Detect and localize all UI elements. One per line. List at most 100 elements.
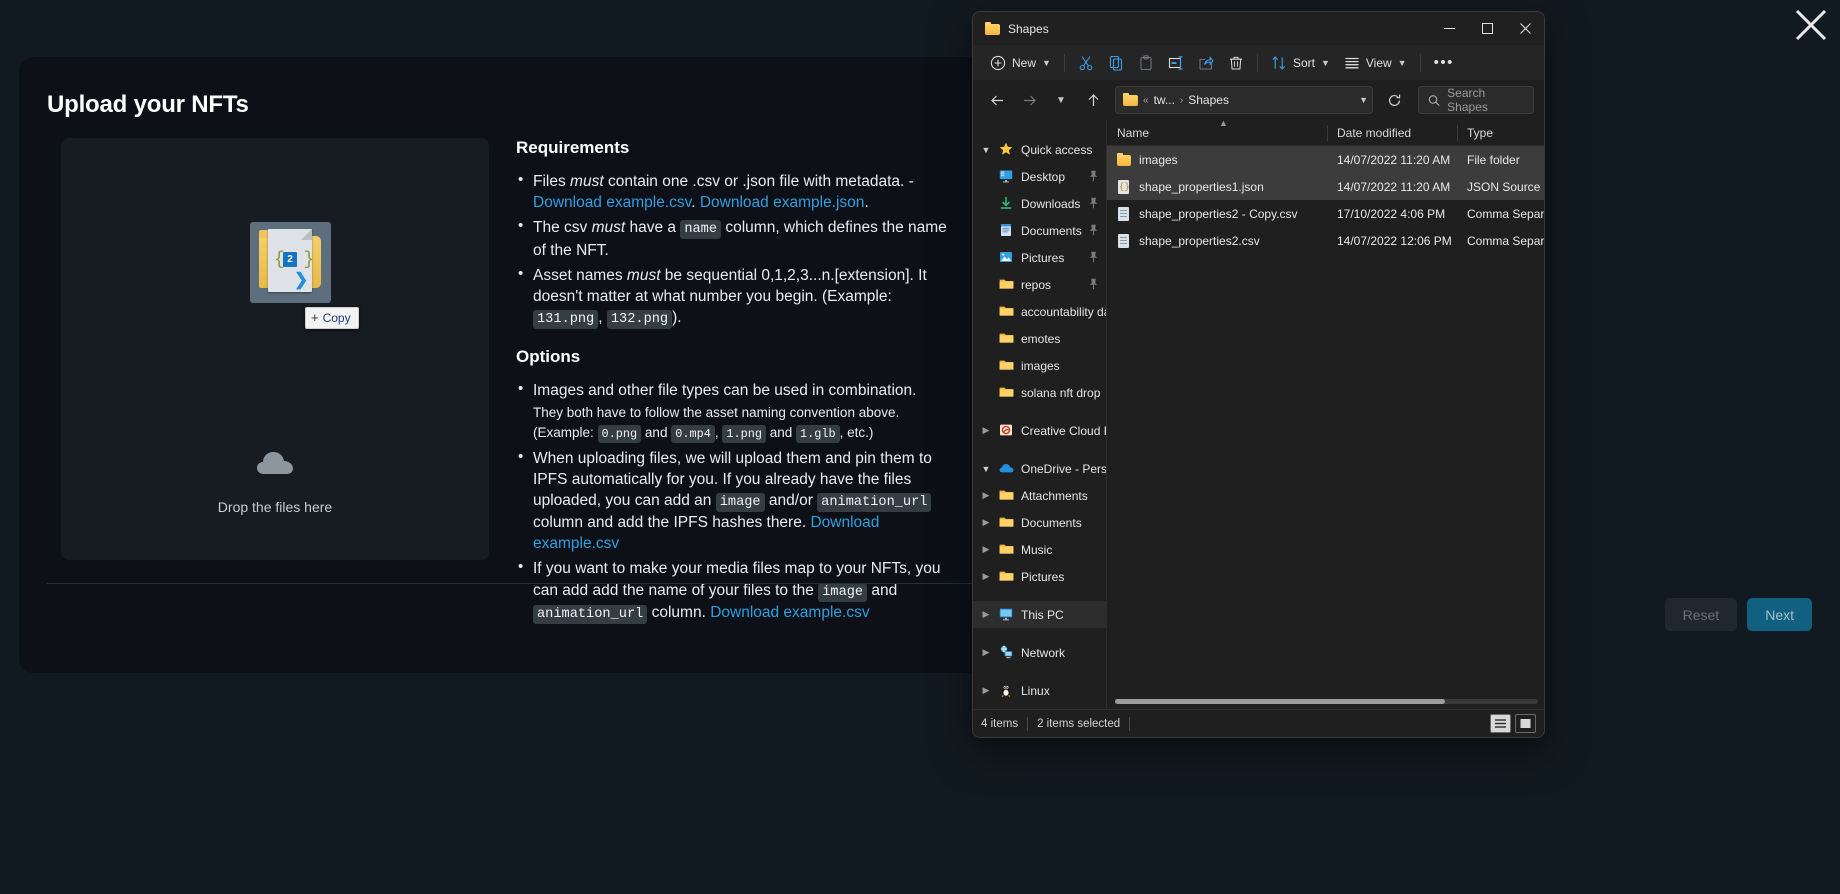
maximize-button[interactable]	[1468, 12, 1506, 45]
chevron-down-icon: ▼	[1320, 57, 1330, 68]
sidebar-item-quick-access[interactable]: ▼ Quick access	[973, 136, 1106, 163]
pin-icon[interactable]	[1088, 170, 1099, 182]
details-view-button[interactable]	[1490, 714, 1511, 733]
pin-icon[interactable]	[1088, 251, 1099, 263]
cell-date-modified: 14/07/2022 12:06 PM	[1337, 233, 1452, 248]
sidebar-item-downloads[interactable]: Downloads	[973, 190, 1106, 217]
copy-button[interactable]	[1101, 49, 1131, 76]
chevron-right-icon[interactable]: ▶	[979, 571, 993, 582]
sidebar-item-attachments[interactable]: ▶ Attachments	[973, 482, 1106, 509]
delete-button[interactable]	[1221, 49, 1251, 76]
search-icon	[1428, 94, 1440, 106]
sort-button[interactable]: Sort ▼	[1264, 49, 1337, 76]
chevron-down-icon[interactable]: ▼	[979, 464, 993, 474]
sidebar-item-desktop[interactable]: Desktop	[973, 163, 1106, 190]
upload-cloud-icon	[256, 452, 293, 474]
sidebar-item-linux[interactable]: ▶ Linux	[973, 677, 1106, 704]
rename-button[interactable]	[1161, 49, 1191, 76]
sidebar-item-images[interactable]: images	[973, 352, 1106, 379]
paste-icon	[1140, 54, 1152, 70]
pin-icon[interactable]	[1088, 197, 1099, 209]
chevron-right-icon[interactable]: ▶	[979, 544, 993, 555]
breadcrumb-separator-icon: ›	[1179, 94, 1184, 106]
navigation-pane: ▼ Quick access Desktop Downloads Documents Pi…	[973, 120, 1107, 709]
sidebar-item-creative-cloud-files[interactable]: ▶ Creative Cloud Files	[973, 417, 1106, 444]
download-link[interactable]: Download example.json	[700, 194, 865, 211]
table-row[interactable]: shape_properties2 - Copy.csv 17/10/2022 4…	[1107, 200, 1544, 227]
chevron-right-icon[interactable]: ▶	[979, 647, 993, 658]
pin-icon[interactable]	[1088, 224, 1099, 236]
close-button[interactable]	[1506, 12, 1544, 45]
download-link[interactable]: Download example.csv	[533, 194, 691, 211]
large-icons-view-button[interactable]	[1515, 714, 1536, 733]
sidebar-item-label: Pictures	[1021, 250, 1065, 265]
download-link[interactable]: Download example.csv	[710, 604, 869, 621]
table-row[interactable]: shape_properties2.csv 14/07/2022 12:06 PM…	[1107, 227, 1544, 254]
sidebar-item-repos[interactable]: repos	[973, 271, 1106, 298]
options-list: Images and other file types can be used …	[516, 379, 956, 625]
sidebar-item-label: images	[1021, 358, 1060, 373]
emphasis: must	[591, 219, 626, 237]
breadcrumb[interactable]: « tw... › Shapes ▼	[1115, 86, 1373, 114]
forward-button[interactable]	[1015, 86, 1043, 114]
up-button[interactable]	[1079, 86, 1107, 114]
search-input[interactable]: Search Shapes	[1418, 86, 1534, 114]
recent-locations-button[interactable]: ▼	[1047, 86, 1075, 114]
cut-button[interactable]	[1071, 49, 1101, 76]
chevron-right-icon[interactable]: ▶	[979, 490, 993, 501]
new-button[interactable]: New ▼	[983, 49, 1058, 76]
chevron-right-icon[interactable]: ▶	[979, 425, 993, 436]
folder-icon	[999, 358, 1015, 374]
next-button[interactable]: Next	[1747, 598, 1812, 631]
chevron-right-icon[interactable]: ▶	[979, 685, 993, 696]
list-item: Asset names must be sequential 0,1,2,3..…	[516, 264, 956, 330]
minimize-button[interactable]	[1430, 12, 1468, 45]
breadcrumb-overflow[interactable]: «	[1143, 95, 1149, 106]
sidebar-item-network[interactable]: ▶ Network	[973, 639, 1106, 666]
reset-button[interactable]: Reset	[1664, 598, 1738, 631]
sidebar-item-documents[interactable]: Documents	[973, 217, 1106, 244]
sidebar-item-pictures[interactable]: ▶ Pictures	[973, 563, 1106, 590]
paste-button[interactable]	[1131, 49, 1161, 76]
sidebar-item-label: Documents	[1021, 515, 1082, 530]
breadcrumb-root[interactable]: tw...	[1154, 93, 1175, 107]
sidebar-item-documents[interactable]: ▶ Documents	[973, 509, 1106, 536]
text: and	[867, 581, 898, 599]
sidebar-item-music[interactable]: ▶ Music	[973, 536, 1106, 563]
chevron-right-icon[interactable]: ▶	[979, 517, 993, 528]
creative-cloud-icon	[999, 423, 1015, 439]
requirements-column: Requirements Files must contain one .csv…	[516, 138, 956, 629]
sidebar-item-label: accountability dao	[1021, 304, 1106, 319]
sidebar-item-pictures[interactable]: Pictures	[973, 244, 1106, 271]
horizontal-scrollbar[interactable]	[1115, 699, 1538, 704]
share-button[interactable]	[1191, 49, 1221, 76]
sidebar-item-this-pc[interactable]: ▶ This PC	[973, 601, 1106, 628]
close-icon[interactable]	[1794, 8, 1828, 42]
column-headers: Name ▲ Date modified Type	[1107, 120, 1544, 146]
refresh-button[interactable]	[1380, 86, 1408, 114]
chevron-down-icon[interactable]: ▼	[1359, 95, 1368, 105]
sidebar-item-accountability-dao[interactable]: accountability dao	[973, 298, 1106, 325]
table-row[interactable]: shape_properties1.json 14/07/2022 11:20 A…	[1107, 173, 1544, 200]
screen: Upload your NFTs Drop the files here { }…	[0, 0, 1840, 894]
column-header-name[interactable]: Name ▲	[1107, 120, 1327, 146]
sidebar-item-solana-nft-drop[interactable]: solana nft drop	[973, 379, 1106, 406]
pin-icon[interactable]	[1088, 278, 1099, 290]
desktop-icon	[999, 169, 1015, 185]
chevron-right-icon[interactable]: ▶	[979, 609, 993, 620]
column-header-date[interactable]: Date modified	[1327, 120, 1457, 146]
sidebar-item-emotes[interactable]: emotes	[973, 325, 1106, 352]
breadcrumb-current[interactable]: Shapes	[1188, 93, 1229, 107]
table-row[interactable]: images 14/07/2022 11:20 AM File folder	[1107, 146, 1544, 173]
more-options-button[interactable]: •••	[1427, 49, 1461, 76]
chevron-down-icon[interactable]: ▼	[979, 145, 993, 155]
dropzone-inner: Drop the files here	[61, 138, 489, 560]
view-button[interactable]: View ▼	[1337, 49, 1414, 76]
file-dropzone[interactable]: Drop the files here	[61, 138, 489, 560]
back-button[interactable]	[983, 86, 1011, 114]
titlebar[interactable]: Shapes	[973, 12, 1544, 45]
column-header-type[interactable]: Type	[1457, 120, 1544, 146]
sidebar-item-onedrive-personal[interactable]: ▼ OneDrive - Personal	[973, 455, 1106, 482]
sidebar-item-label: Downloads	[1021, 196, 1081, 211]
status-divider	[1027, 716, 1029, 731]
